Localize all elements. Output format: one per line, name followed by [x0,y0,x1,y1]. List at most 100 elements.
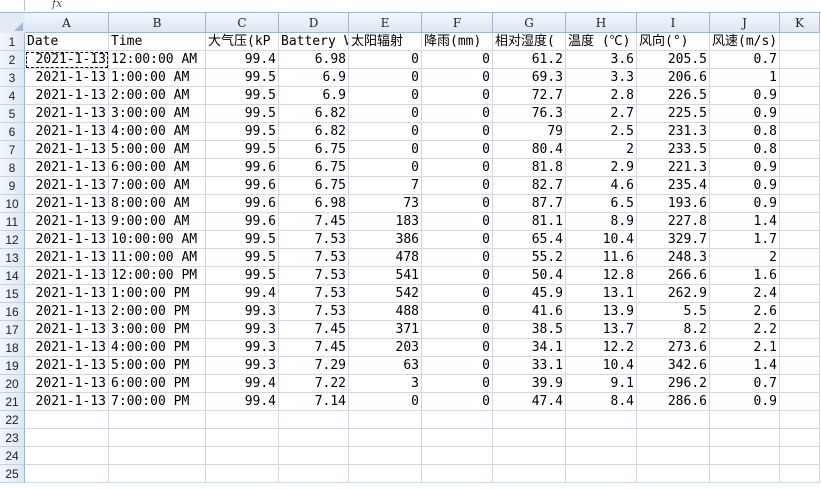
cell-a14[interactable]: 2021-1-13 [25,267,109,285]
cell-a25[interactable] [25,465,109,483]
cell-a21[interactable]: 2021-1-13 [25,393,109,411]
cell-h9[interactable]: 4.6 [566,177,637,195]
cell-e16[interactable]: 488 [349,303,422,321]
column-header-k[interactable]: K [780,13,820,33]
fx-icon[interactable]: fx [52,0,62,10]
cell-j15[interactable]: 2.4 [710,285,780,303]
cell-d12[interactable]: 7.53 [279,231,349,249]
cell-i8[interactable]: 221.3 [637,159,710,177]
cell-g18[interactable]: 34.1 [493,339,566,357]
cell-e10[interactable]: 73 [349,195,422,213]
cell-c16[interactable]: 99.3 [206,303,279,321]
row-header-19[interactable]: 19 [0,357,25,375]
cell-e1[interactable]: 太阳辐射 [349,33,422,51]
cell-h7[interactable]: 2 [566,141,637,159]
cell-h15[interactable]: 13.1 [566,285,637,303]
name-box[interactable] [0,0,25,11]
cell-i18[interactable]: 273.6 [637,339,710,357]
cell-g24[interactable] [493,447,566,465]
cell-k5[interactable] [780,105,820,123]
cell-e5[interactable]: 0 [349,105,422,123]
cell-d17[interactable]: 7.45 [279,321,349,339]
row-header-3[interactable]: 3 [0,69,25,87]
cell-g3[interactable]: 69.3 [493,69,566,87]
cell-e23[interactable] [349,429,422,447]
column-header-c[interactable]: C [206,13,279,33]
cell-i25[interactable] [637,465,710,483]
cell-i6[interactable]: 231.3 [637,123,710,141]
cell-a4[interactable]: 2021-1-13 [25,87,109,105]
cell-d2[interactable]: 6.98 [279,51,349,69]
cell-c12[interactable]: 99.5 [206,231,279,249]
cell-e8[interactable]: 0 [349,159,422,177]
cell-f10[interactable]: 0 [422,195,493,213]
cell-b4[interactable]: 2:00:00 AM [109,87,206,105]
row-header-4[interactable]: 4 [0,87,25,105]
cell-g13[interactable]: 55.2 [493,249,566,267]
row-header-23[interactable]: 23 [0,429,25,447]
row-header-22[interactable]: 22 [0,411,25,429]
cell-a19[interactable]: 2021-1-13 [25,357,109,375]
cell-h23[interactable] [566,429,637,447]
cell-b20[interactable]: 6:00:00 PM [109,375,206,393]
cell-g14[interactable]: 50.4 [493,267,566,285]
cell-k12[interactable] [780,231,820,249]
cell-e14[interactable]: 541 [349,267,422,285]
cell-k20[interactable] [780,375,820,393]
cell-e17[interactable]: 371 [349,321,422,339]
cell-i2[interactable]: 205.5 [637,51,710,69]
cell-c3[interactable]: 99.5 [206,69,279,87]
cell-c10[interactable]: 99.6 [206,195,279,213]
cell-e20[interactable]: 3 [349,375,422,393]
cell-h21[interactable]: 8.4 [566,393,637,411]
column-header-d[interactable]: D [279,13,349,33]
cell-e25[interactable] [349,465,422,483]
cell-f17[interactable]: 0 [422,321,493,339]
cell-a8[interactable]: 2021-1-13 [25,159,109,177]
select-all-corner[interactable] [0,13,26,34]
cell-h10[interactable]: 6.5 [566,195,637,213]
cell-b1[interactable]: Time [109,33,206,51]
cell-g23[interactable] [493,429,566,447]
cell-g20[interactable]: 39.9 [493,375,566,393]
cell-k16[interactable] [780,303,820,321]
cell-g17[interactable]: 38.5 [493,321,566,339]
cell-k19[interactable] [780,357,820,375]
cell-g19[interactable]: 33.1 [493,357,566,375]
cell-c5[interactable]: 99.5 [206,105,279,123]
cell-c2[interactable]: 99.4 [206,51,279,69]
cell-e13[interactable]: 478 [349,249,422,267]
row-header-2[interactable]: 2 [0,51,25,69]
cell-g22[interactable] [493,411,566,429]
cell-a3[interactable]: 2021-1-13 [25,69,109,87]
row-header-6[interactable]: 6 [0,123,25,141]
cell-a23[interactable] [25,429,109,447]
cell-i9[interactable]: 235.4 [637,177,710,195]
cell-a13[interactable]: 2021-1-13 [25,249,109,267]
cell-k13[interactable] [780,249,820,267]
cell-d10[interactable]: 6.98 [279,195,349,213]
cell-h24[interactable] [566,447,637,465]
cell-k22[interactable] [780,411,820,429]
cell-i16[interactable]: 5.5 [637,303,710,321]
cell-k6[interactable] [780,123,820,141]
cell-c25[interactable] [206,465,279,483]
cell-e24[interactable] [349,447,422,465]
cell-k17[interactable] [780,321,820,339]
cell-j6[interactable]: 0.8 [710,123,780,141]
cell-k14[interactable] [780,267,820,285]
cell-f11[interactable]: 0 [422,213,493,231]
cell-c8[interactable]: 99.6 [206,159,279,177]
cell-f2[interactable]: 0 [422,51,493,69]
cell-f16[interactable]: 0 [422,303,493,321]
cell-b10[interactable]: 8:00:00 AM [109,195,206,213]
cell-j10[interactable]: 0.9 [710,195,780,213]
row-header-24[interactable]: 24 [0,447,25,465]
cell-g8[interactable]: 81.8 [493,159,566,177]
cell-i19[interactable]: 342.6 [637,357,710,375]
cell-j13[interactable]: 2 [710,249,780,267]
cell-a1[interactable]: Date [25,33,109,51]
cell-b2[interactable]: 12:00:00 AM [109,51,206,69]
cell-d21[interactable]: 7.14 [279,393,349,411]
cell-a18[interactable]: 2021-1-13 [25,339,109,357]
